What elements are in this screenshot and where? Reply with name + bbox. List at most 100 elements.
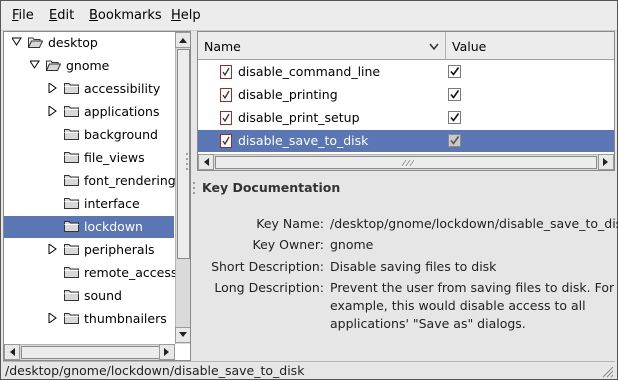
arrow-right-icon [164, 348, 169, 356]
menu-bookmarks-label: Bookmarks [89, 8, 162, 23]
expander-expanded-icon[interactable] [30, 60, 40, 70]
tree-item-thumbnailers[interactable]: thumbnailers [4, 308, 174, 330]
key-name: disable_command_line [238, 64, 381, 79]
key-row-disable-command-line[interactable]: disable_command_line [198, 61, 614, 83]
expander-collapsed-icon[interactable] [48, 313, 58, 323]
tree-item-label: font_rendering [84, 173, 176, 188]
tree-vertical-scrollbar[interactable] [175, 32, 190, 344]
tree-item-remote-access[interactable]: remote_access [4, 262, 177, 284]
tree-item-interface[interactable]: interface [4, 193, 174, 215]
scroll-down-button[interactable] [175, 327, 190, 343]
scroll-right-button[interactable] [159, 344, 175, 360]
folder-open-icon [28, 37, 43, 48]
tree-item-label: gnome [66, 58, 110, 73]
value-checkbox[interactable] [448, 111, 461, 124]
tree-item-label: interface [84, 196, 140, 211]
key-name: disable_print_setup [238, 110, 360, 125]
keys-hscroll-thumb[interactable] [215, 156, 597, 169]
checkmark-icon [450, 113, 460, 122]
folder-icon [64, 83, 79, 94]
tree-item-peripherals[interactable]: peripherals [4, 239, 174, 261]
key-row-disable-printing[interactable]: disable_printing [198, 84, 614, 106]
key-owner-value: gnome [330, 237, 374, 252]
pane-resize-grip[interactable] [184, 151, 190, 171]
menu-bookmarks[interactable]: Bookmarks [89, 8, 162, 23]
expander-collapsed-icon[interactable] [48, 106, 58, 116]
menu-file-label: File [12, 8, 34, 23]
tree-item-label: lockdown [84, 219, 143, 234]
key-documentation-heading: Key Documentation [202, 180, 341, 195]
tree-item-accessibility[interactable]: accessibility [4, 78, 174, 100]
value-checkbox[interactable] [448, 88, 461, 101]
expander-collapsed-icon[interactable] [48, 244, 58, 254]
key-row-disable-save-to-disk[interactable]: disable_save_to_disk [198, 130, 614, 152]
key-name-label: Key Name: [256, 216, 324, 231]
splitter-grip-icon[interactable] [191, 181, 197, 197]
menu-help-label: Help [171, 8, 201, 23]
checkmark-icon [450, 67, 460, 76]
sort-chevron-down-icon [429, 43, 439, 50]
folder-icon [64, 106, 79, 117]
key-document-icon [220, 111, 232, 125]
key-name: disable_printing [238, 87, 338, 102]
menu-help[interactable]: Help [171, 8, 201, 23]
column-value-label: Value [452, 39, 487, 54]
column-name-label: Name [204, 39, 241, 54]
long-description-label: Long Description: [214, 280, 324, 295]
tree-item-lockdown[interactable]: lockdown [4, 216, 174, 238]
tree-item-label: peripherals [84, 242, 155, 257]
short-description-label: Short Description: [211, 259, 324, 274]
menu-edit-label: Edit [49, 8, 75, 23]
tree-hscroll-thumb[interactable] [21, 346, 161, 359]
short-description-value: Disable saving files to disk [330, 259, 497, 274]
tree-item-background[interactable]: background [4, 124, 174, 146]
tree-item-label: desktop [48, 35, 98, 50]
folder-icon [64, 198, 79, 209]
column-header-value[interactable]: Value [446, 32, 614, 60]
keys-horizontal-scrollbar[interactable] [198, 154, 614, 170]
tree-item-label: accessibility [84, 81, 161, 96]
key-document-icon [220, 65, 232, 79]
tree-item-label: background [84, 127, 158, 142]
folder-icon [64, 129, 79, 140]
tree-item-font-rendering[interactable]: font_rendering [4, 170, 176, 192]
menu-file[interactable]: File [12, 8, 34, 23]
tree-item-desktop[interactable]: desktop [4, 32, 174, 54]
long-description-value: Prevent the user from saving files to di… [330, 280, 615, 331]
key-row-disable-print-setup[interactable]: disable_print_setup [198, 107, 614, 129]
directory-tree[interactable]: desktop gnome accessibility applications bac… [3, 31, 191, 361]
arrow-right-icon [603, 158, 608, 166]
tree-item-label: sound [84, 288, 122, 303]
expander-collapsed-icon[interactable] [48, 83, 58, 93]
keys-scroll-right-button[interactable] [598, 154, 614, 170]
key-name-value: /desktop/gnome/lockdown/disable_save_to_… [330, 216, 618, 231]
value-checkbox[interactable] [448, 134, 461, 147]
arrow-down-icon [179, 332, 187, 337]
folder-icon [64, 313, 79, 324]
arrow-left-icon [204, 158, 209, 166]
keys-list[interactable]: Name Value disable_command_line disable_p… [197, 31, 615, 171]
value-checkbox[interactable] [448, 65, 461, 78]
column-header-name[interactable]: Name [198, 32, 446, 60]
key-name: disable_save_to_disk [238, 133, 369, 148]
window-resize-grip-icon[interactable] [600, 364, 614, 378]
tree-item-label: applications [84, 104, 160, 119]
status-path: /desktop/gnome/lockdown/disable_save_to_… [5, 363, 305, 378]
tree-item-sound[interactable]: sound [4, 285, 174, 307]
checkmark-icon [450, 90, 460, 99]
expander-expanded-icon[interactable] [12, 37, 22, 47]
tree-item-applications[interactable]: applications [4, 101, 174, 123]
tree-item-gnome[interactable]: gnome [4, 55, 174, 77]
keys-scroll-left-button[interactable] [198, 154, 214, 170]
tree-horizontal-scrollbar[interactable] [4, 344, 175, 360]
menu-edit[interactable]: Edit [49, 8, 74, 23]
key-document-icon [220, 88, 232, 102]
thumb-grip-icon [401, 159, 414, 167]
scroll-left-button[interactable] [4, 344, 20, 360]
arrow-left-icon [10, 348, 15, 356]
gconf-editor-window: File Edit Bookmarks Help desktop gnome acc… [0, 0, 618, 380]
tree-item-file-views[interactable]: file_views [4, 147, 174, 169]
key-document-icon [220, 134, 232, 148]
scroll-up-button[interactable] [175, 32, 190, 48]
arrow-up-icon [179, 38, 187, 43]
